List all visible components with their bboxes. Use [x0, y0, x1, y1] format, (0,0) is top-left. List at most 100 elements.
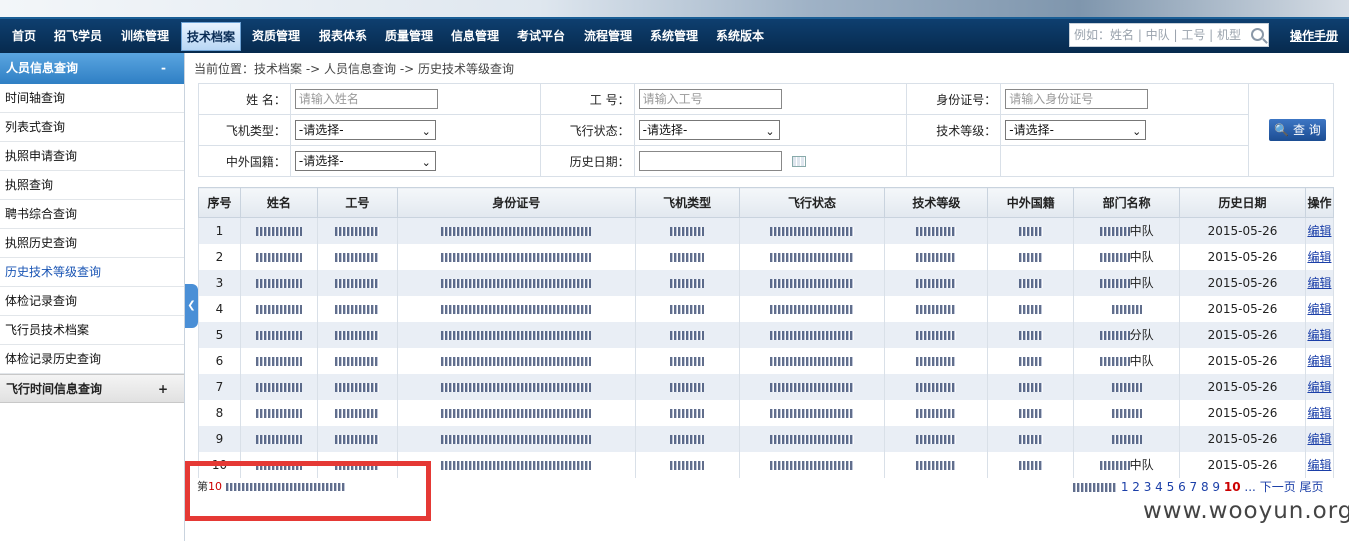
nationality-label: 中外国籍： — [198, 145, 291, 177]
history-date-input[interactable] — [638, 151, 782, 171]
redacted-cell — [987, 373, 1075, 400]
blurred-text — [769, 356, 854, 366]
redacted-cell — [738, 243, 886, 270]
redacted-cell — [884, 269, 989, 296]
expand-icon[interactable]: + — [158, 375, 168, 404]
edit-link[interactable]: 编辑 — [1307, 328, 1331, 342]
blurred-text — [335, 434, 380, 444]
history-date: 2015-05-26 — [1179, 295, 1306, 322]
nav-item-info[interactable]: 信息管理 — [445, 19, 505, 53]
sidebar-section-flight-time[interactable]: 飞行时间信息查询 + — [0, 374, 184, 403]
nav-item-home[interactable]: 首页 — [4, 19, 44, 53]
edit-link[interactable]: 编辑 — [1307, 224, 1331, 238]
sidebar-item-appointment[interactable]: 聘书综合查询 — [0, 200, 184, 229]
pager-ellipsis[interactable]: ... — [1244, 480, 1255, 494]
nav-item-cadets[interactable]: 招飞学员 — [48, 19, 108, 53]
col-header[interactable]: 飞行状态 — [738, 187, 886, 218]
nav-item-qualification[interactable]: 资质管理 — [246, 19, 306, 53]
col-header[interactable]: 部门名称 — [1073, 187, 1181, 218]
search-placeholder: 例如：姓名 | 中队 | 工号 | 机型 — [1074, 28, 1242, 42]
search-icon[interactable] — [1251, 28, 1264, 41]
redacted-cell — [316, 347, 398, 374]
sidebar-item-medical-history[interactable]: 体检记录历史查询 — [0, 345, 184, 374]
empty-cell — [1000, 145, 1250, 177]
blurred-text — [335, 382, 380, 392]
blurred-text — [1018, 330, 1043, 340]
pager-page-links[interactable]: 1 2 3 4 5 6 7 8 9 — [1121, 480, 1220, 494]
blurred-text — [1099, 279, 1130, 288]
blurred-text — [916, 252, 957, 262]
history-date: 2015-05-26 — [1179, 269, 1306, 296]
col-header[interactable]: 中外国籍 — [987, 187, 1075, 218]
edit-link[interactable]: 编辑 — [1307, 432, 1331, 446]
table-row: 2 中队 2015-05-26 编辑 — [198, 243, 1335, 270]
col-header[interactable]: 姓名 — [239, 187, 318, 218]
chevron-down-icon: ⌄ — [1132, 125, 1142, 138]
blurred-text — [335, 278, 380, 288]
nav-item-training[interactable]: 训练管理 — [114, 19, 176, 53]
query-button[interactable]: 🔍 查 询 — [1269, 119, 1326, 141]
edit-link[interactable]: 编辑 — [1307, 458, 1331, 472]
edit-cell: 编辑 — [1304, 295, 1335, 322]
nav-item-reports[interactable]: 报表体系 — [312, 19, 374, 53]
edit-cell: 编辑 — [1304, 217, 1335, 244]
nav-item-exam[interactable]: 考试平台 — [511, 19, 571, 53]
blurred-text — [335, 304, 380, 314]
table-row: 1 中队 2015-05-26 编辑 — [198, 217, 1335, 244]
aircraft-label: 飞机类型： — [198, 114, 291, 146]
edit-link[interactable]: 编辑 — [1307, 302, 1331, 316]
edit-link[interactable]: 编辑 — [1307, 276, 1331, 290]
pager-next[interactable]: 下一页 — [1260, 480, 1296, 494]
manual-link[interactable]: 操作手册 — [1290, 19, 1338, 53]
edit-link[interactable]: 编辑 — [1307, 380, 1331, 394]
col-header[interactable]: 飞机类型 — [634, 187, 740, 218]
calendar-icon[interactable] — [791, 155, 806, 167]
col-header[interactable]: 序号 — [198, 187, 241, 218]
collapse-icon[interactable]: - — [161, 53, 166, 84]
edit-link[interactable]: 编辑 — [1307, 250, 1331, 264]
nav-item-system[interactable]: 系统管理 — [643, 19, 705, 53]
sidebar-item-medical[interactable]: 体检记录查询 — [0, 287, 184, 316]
sidebar-item-pilot-archive[interactable]: 飞行员技术档案 — [0, 316, 184, 345]
col-header[interactable]: 历史日期 — [1179, 187, 1306, 218]
idcard-input[interactable]: 请输入身份证号 — [1005, 89, 1149, 109]
flight-status-label: 飞行状态： — [539, 114, 635, 146]
col-header[interactable]: 工号 — [316, 187, 398, 218]
col-header[interactable]: 身份证号 — [396, 187, 636, 218]
name-label: 姓 名： — [198, 83, 291, 115]
sidebar-section-personnel[interactable]: 人员信息查询 - — [0, 53, 184, 84]
tech-level-select-value: -请选择- — [1009, 123, 1054, 137]
nav-item-workflow[interactable]: 流程管理 — [577, 19, 639, 53]
nav-item-quality[interactable]: 质量管理 — [378, 19, 440, 53]
aircraft-type-select[interactable]: -请选择- ⌄ — [294, 120, 436, 140]
nav-item-tech-archive[interactable]: 技术档案 — [181, 22, 241, 51]
blurred-text — [670, 330, 705, 340]
blurred-text — [255, 356, 302, 366]
result-table: 序号 姓名 工号 身份证号 飞机类型 飞行状态 技术等级 中外国籍 部门名称 历… — [198, 187, 1335, 478]
nav-item-version[interactable]: 系统版本 — [709, 19, 771, 53]
sidebar-item-license[interactable]: 执照查询 — [0, 171, 184, 200]
sidebar-item-timeline[interactable]: 时间轴查询 — [0, 84, 184, 113]
tech-level-select[interactable]: -请选择- ⌄ — [1005, 120, 1147, 140]
nationality-select[interactable]: -请选择- ⌄ — [294, 151, 436, 171]
global-search-input[interactable]: 例如：姓名 | 中队 | 工号 | 机型 — [1069, 23, 1269, 47]
blurred-text — [916, 460, 957, 470]
employee-id-input[interactable]: 请输入工号 — [638, 89, 782, 109]
sidebar-item-license-apply[interactable]: 执照申请查询 — [0, 142, 184, 171]
sidebar-item-tech-level-history[interactable]: 历史技术等级查询 — [0, 258, 184, 287]
blurred-text — [1018, 408, 1043, 418]
sidebar-item-list[interactable]: 列表式查询 — [0, 113, 184, 142]
name-input[interactable]: 请输入姓名 — [294, 89, 438, 109]
edit-link[interactable]: 编辑 — [1307, 406, 1331, 420]
pager-last[interactable]: 尾页 — [1300, 480, 1324, 494]
flight-status-select[interactable]: -请选择- ⌄ — [638, 120, 780, 140]
blurred-text — [670, 460, 705, 470]
blurred-text — [1018, 460, 1043, 470]
col-header[interactable]: 技术等级 — [884, 187, 989, 218]
edit-link[interactable]: 编辑 — [1307, 354, 1331, 368]
redacted-cell — [239, 347, 318, 374]
blurred-text — [1099, 461, 1130, 470]
redacted-cell — [634, 321, 740, 348]
sidebar-collapse-handle[interactable]: ❮ — [185, 284, 198, 328]
sidebar-item-license-history[interactable]: 执照历史查询 — [0, 229, 184, 258]
